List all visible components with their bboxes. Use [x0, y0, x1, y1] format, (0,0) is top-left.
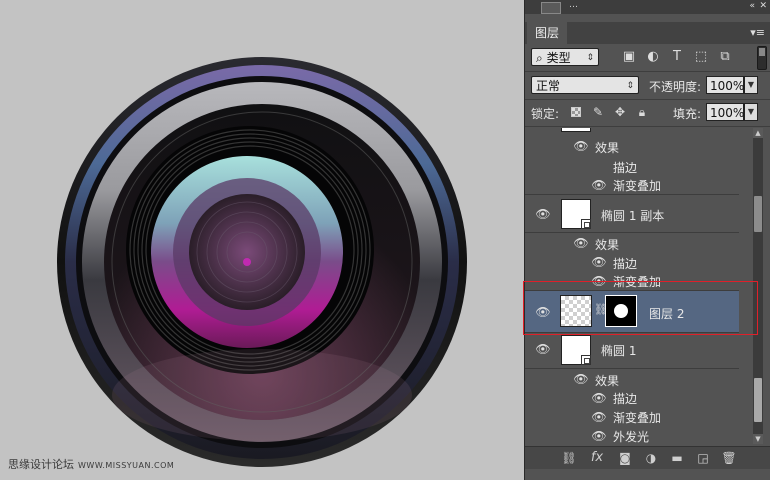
lock-row: 锁定: ✎ ✥ 🔒︎ 填充: 100% ▼	[525, 102, 770, 124]
tab-layers[interactable]: 图层	[527, 22, 568, 44]
effect-row-gradient[interactable]: 👁︎ 渐变叠加	[525, 175, 739, 195]
divider	[525, 99, 770, 100]
divider	[525, 126, 770, 127]
blend-mode-value: 正常	[536, 79, 561, 93]
search-icon: ⌕	[536, 51, 543, 65]
effects-row[interactable]: 👁︎ 效果	[525, 233, 739, 253]
new-group-icon[interactable]: ▬	[669, 450, 685, 466]
filter-toggle[interactable]	[757, 46, 767, 70]
adjustment-layer-icon[interactable]: ◑	[643, 450, 659, 466]
effect-label: 描边	[613, 161, 638, 175]
effects-row[interactable]: 👁︎ 效果	[525, 369, 739, 389]
lock-brush-icon[interactable]: ✎	[591, 105, 605, 119]
layer-name[interactable]: 椭圆 1	[601, 342, 636, 359]
layer-row-ellipse-1[interactable]: 👁︎ 椭圆 1 fx	[525, 333, 739, 369]
opacity-field[interactable]: 100%	[706, 76, 744, 94]
fill-field[interactable]: 100%	[706, 103, 744, 121]
scroll-down-arrow-icon[interactable]: ▼	[753, 434, 763, 444]
type-filter-icon[interactable]: T	[669, 49, 685, 65]
effect-label: 外发光	[613, 430, 650, 444]
chevron-updown-icon: ⇕	[626, 81, 634, 91]
lock-transparency-icon[interactable]	[571, 107, 581, 117]
panel-header-strip: … « ✕	[525, 0, 770, 14]
fill-label: 填充:	[673, 107, 702, 121]
effect-row-stroke[interactable]: 👁︎ 描边	[525, 388, 739, 407]
trash-icon[interactable]: 🗑︎	[721, 450, 737, 466]
effects-label: 效果	[595, 141, 620, 155]
layer-thumbnail	[561, 128, 591, 132]
lock-label: 锁定:	[531, 107, 560, 121]
eye-icon[interactable]: 👁︎	[535, 208, 551, 220]
shape-filter-icon[interactable]: ⬚	[693, 49, 709, 65]
eye-icon[interactable]: 👁︎	[591, 411, 607, 423]
effects-row[interactable]: 👁︎ 效果	[525, 136, 739, 156]
effects-label: 效果	[595, 238, 620, 252]
scrollbar-thumb[interactable]	[754, 378, 762, 422]
effect-label: 渐变叠加	[613, 179, 662, 193]
double-chevron-left-icon[interactable]: «	[749, 1, 755, 11]
link-layers-icon[interactable]: ⛓︎	[561, 450, 577, 466]
image-filter-icon[interactable]: ▣	[621, 49, 637, 65]
smart-object-filter-icon[interactable]: ⧉	[717, 49, 733, 65]
filter-kind-select[interactable]: ⌕ 类型 ⇕	[531, 48, 599, 66]
camera-lens-artwork	[57, 57, 467, 467]
panel-bottom-toolbar: ⛓︎ fx ◙ ◑ ▬ ◲ 🗑︎	[525, 446, 770, 469]
vector-shape-icon	[581, 219, 591, 229]
scroll-up-arrow-icon[interactable]: ▲	[753, 128, 763, 138]
eye-icon[interactable]: 👁︎	[573, 140, 589, 152]
adjustment-filter-icon[interactable]: ◐	[645, 49, 661, 65]
add-mask-icon[interactable]: ◙	[617, 450, 633, 466]
collapsed-panel-icon[interactable]	[541, 2, 561, 14]
layer-thumbnail	[561, 199, 591, 229]
effect-label: 描边	[613, 257, 638, 271]
scrollbar-thumb-secondary[interactable]	[754, 196, 762, 232]
effect-label: 描边	[613, 392, 638, 406]
fill-dropdown-button[interactable]: ▼	[744, 103, 758, 121]
layers-panel: … « ✕ 图层 ▾≡ ⌕ 类型 ⇕ ▣ ◐ T ⬚ ⧉ 正常 ⇕ 不透明度: …	[524, 0, 770, 480]
effects-label: 效果	[595, 374, 620, 388]
blend-mode-select[interactable]: 正常 ⇕	[531, 76, 639, 94]
eye-icon[interactable]: 👁︎	[591, 256, 607, 268]
lock-all-icon[interactable]: 🔒︎	[635, 105, 649, 119]
eye-icon[interactable]: 👁︎	[591, 179, 607, 191]
layer-row-ellipse-copy[interactable]: 👁︎ 椭圆 1 副本 fx	[525, 195, 739, 233]
effect-row-stroke[interactable]: 描边	[525, 156, 739, 176]
watermark-url: WWW.MISSYUAN.COM	[78, 461, 175, 470]
eye-icon[interactable]: 👁︎	[591, 430, 607, 442]
panel-tabbar: 图层 ▾≡	[525, 22, 770, 44]
new-layer-icon[interactable]: ◲	[695, 450, 711, 466]
vector-shape-icon	[581, 355, 591, 365]
opacity-label: 不透明度:	[649, 80, 702, 94]
blend-row: 正常 ⇕ 不透明度: 100% ▼	[525, 74, 770, 98]
effect-row-outer-glow[interactable]: 👁︎ 外发光	[525, 426, 739, 444]
collapsed-panel-text: …	[569, 0, 578, 10]
close-icon[interactable]: ✕	[759, 1, 767, 11]
selection-highlight-box	[523, 281, 758, 335]
layer-row-partial[interactable]	[525, 128, 739, 134]
effect-label: 渐变叠加	[613, 411, 662, 425]
opacity-dropdown-button[interactable]: ▼	[744, 76, 758, 94]
chevron-updown-icon: ⇕	[586, 53, 594, 63]
divider	[525, 71, 770, 72]
filter-kind-value: 类型	[546, 51, 571, 65]
filter-row: ⌕ 类型 ⇕ ▣ ◐ T ⬚ ⧉	[525, 46, 770, 70]
eye-icon[interactable]: 👁︎	[573, 237, 589, 249]
fx-icon[interactable]: fx	[589, 450, 605, 466]
watermark-text: 思缘设计论坛	[8, 458, 74, 471]
lock-move-icon[interactable]: ✥	[613, 105, 627, 119]
effect-row-stroke[interactable]: 👁︎ 描边	[525, 252, 739, 272]
eye-icon[interactable]: 👁︎	[535, 343, 551, 355]
panel-menu-icon[interactable]: ▾≡	[750, 26, 765, 39]
watermark: 思缘设计论坛 WWW.MISSYUAN.COM	[8, 456, 174, 472]
effect-row-gradient[interactable]: 👁︎ 渐变叠加	[525, 407, 739, 426]
layer-thumbnail	[561, 335, 591, 365]
eye-icon[interactable]: 👁︎	[591, 392, 607, 404]
layer-name[interactable]: 椭圆 1 副本	[601, 207, 664, 224]
eye-icon[interactable]: 👁︎	[573, 373, 589, 385]
